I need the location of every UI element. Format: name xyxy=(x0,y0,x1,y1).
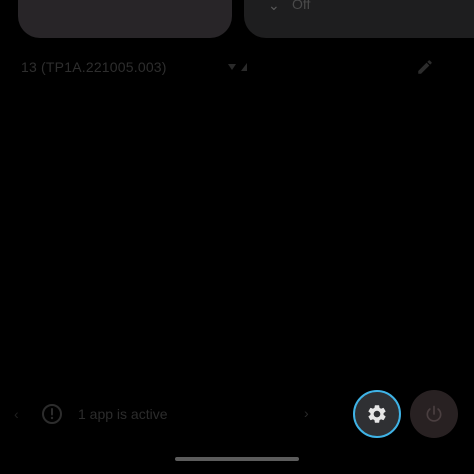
power-button[interactable] xyxy=(410,390,458,438)
tile-right-label: Off xyxy=(292,0,311,12)
quick-settings-footer: ‹ 1 app is active › xyxy=(0,390,474,440)
active-apps-label: 1 app is active xyxy=(78,406,168,422)
power-icon xyxy=(426,405,442,422)
chevron-left-icon: ‹ xyxy=(14,406,19,422)
chevron-down-icon: ⌄ xyxy=(268,0,280,13)
gear-icon xyxy=(368,405,386,423)
build-number[interactable]: 13 (TP1A.221005.003) xyxy=(21,58,167,76)
quick-settings-shade: ⌄ Off 13 (TP1A.221005.003) ‹ 1 app is ac… xyxy=(0,0,474,474)
clock-icon xyxy=(42,404,62,424)
settings-button[interactable] xyxy=(353,390,401,438)
pencil-icon[interactable] xyxy=(416,58,434,76)
chevron-right-icon: › xyxy=(304,405,309,421)
signal-icon xyxy=(228,63,247,71)
gesture-navigation-handle[interactable] xyxy=(175,457,299,461)
active-apps-button[interactable]: 1 app is active › xyxy=(40,402,330,428)
quick-settings-tile-left[interactable] xyxy=(18,0,232,38)
